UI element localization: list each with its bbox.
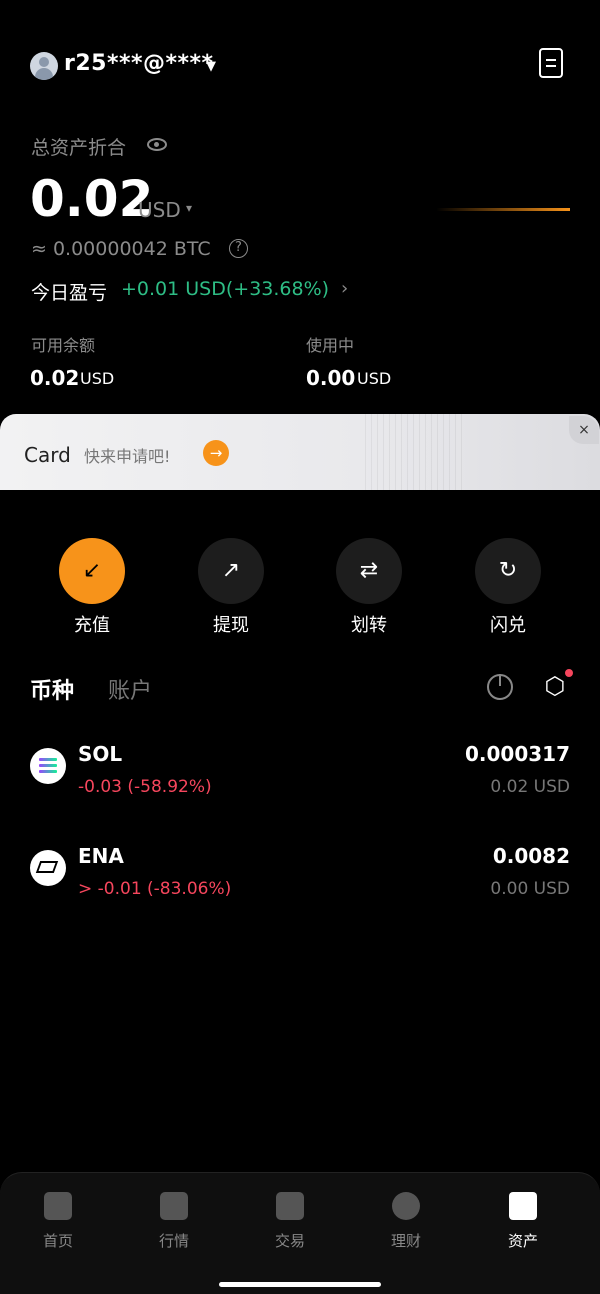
pnl-label[interactable]: 今日盈亏 [31,278,107,305]
help-icon[interactable]: ? [229,239,248,258]
in-use-value: 0.00 [306,366,356,390]
btc-equivalent: ≈ 0.00000042 BTC [31,238,211,260]
deposit-button[interactable]: ↙ [59,538,125,604]
total-assets-value: 0.02 [30,170,154,228]
withdraw-button[interactable]: ↗ [198,538,264,604]
home-indicator[interactable] [219,1282,381,1287]
eye-icon[interactable] [147,138,167,151]
notification-dot [565,669,573,677]
tab-coins[interactable]: 币种 [30,673,74,705]
trade-icon [276,1192,304,1220]
banner-subtitle[interactable]: 快来申请吧! [84,443,170,467]
nav-label: 首页 [42,1232,73,1250]
transfer-label[interactable]: 划转 [329,611,409,637]
close-icon[interactable]: × [569,416,599,444]
available-label: 可用余额 [31,336,96,355]
pnl-value[interactable]: +0.01 USD(+33.68%) [121,278,329,300]
currency-selector[interactable]: USD [138,198,181,222]
coin-symbol[interactable]: ENA [78,844,124,868]
transfer-button[interactable]: ⇄ [336,538,402,604]
nav-markets[interactable]: 行情 [134,1192,214,1251]
ena-icon [30,850,66,886]
nav-assets[interactable]: 资产 [483,1192,563,1251]
nav-home[interactable]: 首页 [18,1192,98,1251]
nav-label: 资产 [507,1232,538,1250]
deposit-label[interactable]: 充值 [52,611,132,637]
coin-amount: 0.0082 [492,844,570,868]
nav-trade[interactable]: 交易 [250,1192,330,1251]
withdraw-label[interactable]: 提现 [191,611,271,637]
sparkline-chart [436,208,570,211]
coin-symbol[interactable]: SOL [78,742,122,766]
coin-change: -0.03 (-58.92%) [78,777,212,797]
account-name[interactable]: r25***@**** [64,51,214,76]
coin-amount: 0.000317 [464,742,570,766]
avatar[interactable] [30,52,58,80]
pie-chart-icon[interactable] [487,674,513,700]
percent-icon [392,1192,420,1220]
coin-usd-value: 0.02 USD [490,777,570,797]
status-bar [0,0,600,10]
chevron-right-icon[interactable]: › [341,278,348,299]
nav-earn[interactable]: 理财 [366,1192,446,1251]
records-icon[interactable] [539,48,563,78]
wallet-icon [509,1192,537,1220]
arrow-right-icon[interactable]: → [203,440,229,466]
banner-title[interactable]: Card [24,443,71,467]
convert-button[interactable]: ↻ [475,538,541,604]
currency-caret-icon[interactable]: ▾ [186,201,192,215]
available-unit: USD [80,369,115,388]
available-value: 0.02 [30,366,80,390]
total-assets-label: 总资产折合 [31,137,127,159]
nav-label: 交易 [274,1232,305,1250]
chart-icon [160,1192,188,1220]
sol-icon [30,748,66,784]
convert-label[interactable]: 闪兑 [468,611,548,637]
nav-label: 理财 [390,1232,421,1250]
tab-accounts[interactable]: 账户 [108,673,152,705]
settings-icon[interactable]: ⬡ [541,672,569,700]
chevron-down-icon[interactable]: ▼ [206,59,216,74]
in-use-unit: USD [357,369,392,388]
coin-change: > -0.01 (-83.06%) [78,879,232,899]
nav-label: 行情 [158,1232,189,1250]
coin-usd-value: 0.00 USD [490,879,570,899]
home-icon [44,1192,72,1220]
in-use-label: 使用中 [306,336,355,355]
